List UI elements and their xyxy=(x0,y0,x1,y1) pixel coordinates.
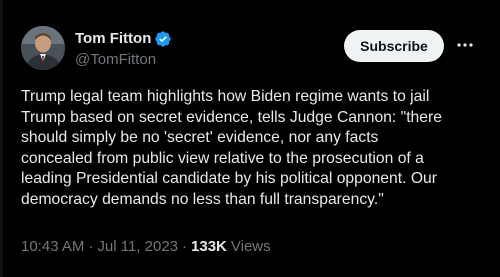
tweet-time[interactable]: 10:43 AM xyxy=(21,237,84,257)
tweet-meta: 10:43 AM · Jul 11, 2023 · 133K Views xyxy=(21,237,271,257)
tweet-date[interactable]: Jul 11, 2023 xyxy=(97,237,178,257)
views-count: 133K xyxy=(191,238,227,255)
author-display-name[interactable]: Tom Fitton xyxy=(75,29,151,49)
tweet-text: Trump legal team highlights how Biden re… xyxy=(21,88,442,208)
author-handle[interactable]: @TomFitton xyxy=(75,50,172,70)
meta-separator-2: · xyxy=(182,238,188,255)
author-name-row: Tom Fitton xyxy=(75,29,172,49)
avatar[interactable] xyxy=(21,26,65,70)
tweet-card: Tom Fitton @TomFitton Subscribe Trump le… xyxy=(0,0,500,277)
profile-photo-icon xyxy=(21,26,65,70)
meta-separator: · xyxy=(88,238,94,255)
author-block: Tom Fitton @TomFitton xyxy=(75,29,172,70)
subscribe-button[interactable]: Subscribe xyxy=(344,30,444,62)
more-horizontal-icon[interactable] xyxy=(456,36,474,54)
verified-badge-icon[interactable] xyxy=(154,30,172,48)
views-label: Views xyxy=(230,238,271,255)
